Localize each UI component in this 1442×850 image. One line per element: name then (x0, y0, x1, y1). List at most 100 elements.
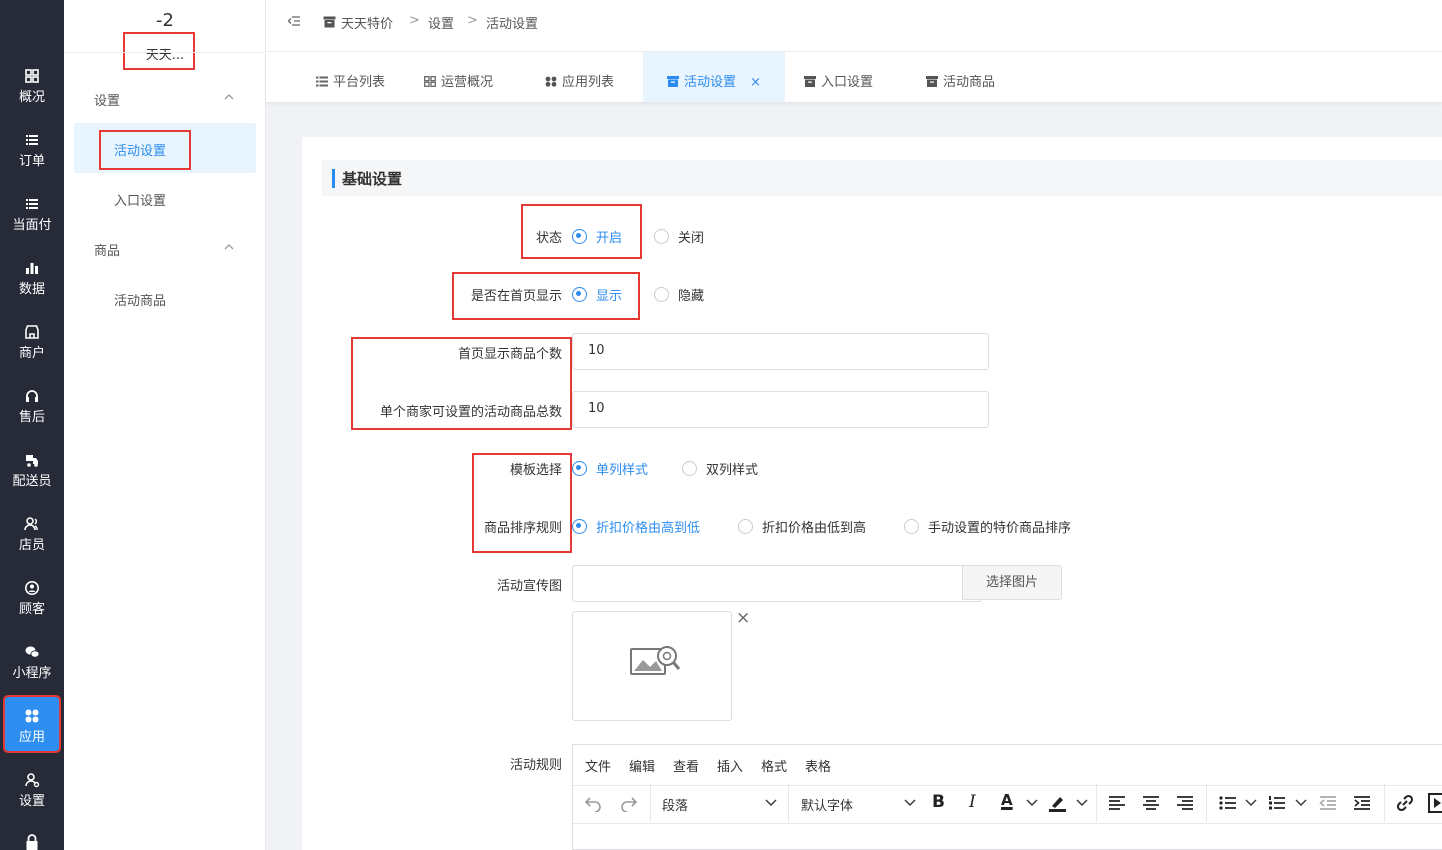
home-display-hide-text[interactable]: 隐藏 (678, 285, 704, 304)
home-count-input[interactable]: 10 (572, 333, 989, 370)
template-single-text[interactable]: 单列样式 (596, 459, 648, 478)
banner-path-input[interactable] (572, 565, 981, 602)
template-double-radio[interactable] (682, 461, 697, 476)
paragraph-select[interactable]: 段落 (662, 795, 688, 814)
sort-manual-radio[interactable] (904, 519, 919, 534)
tab-activity-goods[interactable]: 活动商品 (926, 52, 995, 102)
nav-item-label: 商户 (18, 346, 45, 361)
nav-item-label: 顾客 (18, 602, 45, 617)
editor-menu-view[interactable]: 查看 (673, 756, 699, 775)
tab-entry-settings[interactable]: 入口设置 (804, 52, 873, 102)
sort-high-low-text[interactable]: 折扣价格由高到低 (596, 517, 700, 536)
tab-platform-list[interactable]: 平台列表 (316, 52, 385, 102)
bar-chart-icon (26, 263, 38, 274)
breadcrumb-separator: > (409, 13, 420, 28)
group-title-settings[interactable]: 设置 (94, 90, 120, 109)
sort-manual-text[interactable]: 手动设置的特价商品排序 (928, 517, 1071, 536)
undo-icon[interactable] (584, 794, 602, 812)
chevron-up-icon[interactable] (224, 242, 234, 252)
lock-icon[interactable] (25, 834, 39, 850)
align-left-icon[interactable] (1108, 795, 1126, 811)
nav-item-apps[interactable]: 应用 (0, 708, 64, 772)
align-right-icon[interactable] (1176, 795, 1194, 811)
editor-menu-file[interactable]: 文件 (585, 756, 611, 775)
indent-icon[interactable] (1353, 795, 1371, 811)
archive-icon (804, 76, 816, 87)
breadcrumb-item[interactable]: 设置 (428, 13, 454, 32)
grid-icon (424, 76, 436, 87)
rules-label: 活动规则 (509, 758, 562, 773)
numbered-list-icon[interactable] (1268, 795, 1286, 811)
template-single-radio[interactable] (572, 461, 587, 476)
highlight-color-icon[interactable] (1047, 793, 1067, 813)
toolbar-divider (788, 784, 789, 822)
status-on-radio[interactable] (572, 229, 587, 244)
remove-image-icon[interactable]: × (736, 608, 750, 628)
italic-button[interactable]: I (969, 792, 976, 812)
editor-menu-insert[interactable]: 插入 (717, 756, 743, 775)
secondary-sidebar: -2 天天... 设置 活动设置 入口设置 商品 活动商品 (64, 0, 266, 850)
bold-button[interactable]: B (932, 792, 945, 812)
chevron-down-icon[interactable] (1295, 798, 1307, 808)
group-title-goods[interactable]: 商品 (94, 240, 120, 259)
nav-item-face-pay[interactable]: 当面付 (0, 196, 64, 260)
sidebar-item-activity-goods[interactable]: 活动商品 (114, 290, 166, 309)
nav-item-staff[interactable]: 店员 (0, 516, 64, 580)
chevron-down-icon[interactable] (765, 798, 777, 808)
template-double-text[interactable]: 双列样式 (706, 459, 758, 478)
store-name[interactable]: 天天... (139, 44, 191, 63)
sort-low-high-radio[interactable] (738, 519, 753, 534)
breadcrumb-item[interactable]: 天天特价 (341, 13, 393, 32)
nav-item-settings[interactable]: 设置 (0, 772, 64, 836)
status-off-text[interactable]: 关闭 (678, 227, 704, 246)
delivery-icon (26, 455, 38, 467)
nav-item-overview[interactable]: 概况 (0, 68, 64, 132)
nav-item-merchant[interactable]: 商户 (0, 324, 64, 388)
main-nav-rail: 概况 订单 当面付 数据 商户 售后 配送员 店员 顾客 小程序 应用 设置 (0, 0, 64, 850)
tab-operation-overview[interactable]: 运营概况 (424, 52, 493, 102)
choose-image-button[interactable]: 选择图片 (962, 565, 1062, 600)
outdent-icon[interactable] (1319, 795, 1337, 811)
editor-menu-edit[interactable]: 编辑 (629, 756, 655, 775)
tab-close-icon[interactable]: × (750, 75, 761, 90)
editor-menu-format[interactable]: 格式 (761, 756, 787, 775)
tab-app-list[interactable]: 应用列表 (545, 52, 614, 102)
font-family-select[interactable]: 默认字体 (801, 795, 853, 814)
font-color-button[interactable]: A (1001, 791, 1013, 809)
image-preview[interactable] (572, 611, 732, 721)
tab-activity-settings[interactable]: 活动设置 × (643, 52, 785, 102)
merchant-total-input[interactable]: 10 (572, 391, 989, 428)
redo-icon[interactable] (620, 794, 638, 812)
editor-menu-table[interactable]: 表格 (805, 756, 831, 775)
nav-item-label: 小程序 (12, 666, 52, 681)
menu-collapse-icon[interactable] (287, 15, 301, 27)
archive-icon (323, 16, 336, 28)
sidebar-item-entry-settings[interactable]: 入口设置 (114, 190, 166, 209)
nav-item-mini-program[interactable]: 小程序 (0, 644, 64, 708)
media-icon[interactable] (1428, 793, 1442, 813)
nav-item-orders[interactable]: 订单 (0, 132, 64, 196)
align-center-icon[interactable] (1142, 795, 1160, 811)
chevron-down-icon[interactable] (1076, 798, 1088, 808)
chevron-down-icon[interactable] (904, 798, 916, 808)
breadcrumb-item[interactable]: 活动设置 (486, 13, 538, 32)
status-off-radio[interactable] (654, 229, 669, 244)
apps-icon (25, 709, 39, 723)
sort-low-high-text[interactable]: 折扣价格由低到高 (762, 517, 866, 536)
sort-high-low-radio[interactable] (572, 519, 587, 534)
home-display-show-text[interactable]: 显示 (596, 285, 622, 304)
nav-item-courier[interactable]: 配送员 (0, 452, 64, 516)
home-display-show-radio[interactable] (572, 287, 587, 302)
nav-item-after-sales[interactable]: 售后 (0, 388, 64, 452)
nav-item-customer[interactable]: 顾客 (0, 580, 64, 644)
chevron-down-icon[interactable] (1245, 798, 1257, 808)
bullet-list-icon[interactable] (1219, 795, 1237, 811)
chevron-up-icon[interactable] (224, 92, 234, 102)
sidebar-item-label[interactable]: 活动设置 (114, 140, 166, 159)
staff-icon (24, 517, 38, 531)
link-icon[interactable] (1395, 793, 1415, 813)
chevron-down-icon[interactable] (1026, 798, 1038, 808)
home-display-hide-radio[interactable] (654, 287, 669, 302)
nav-item-data[interactable]: 数据 (0, 260, 64, 324)
status-on-text[interactable]: 开启 (596, 227, 622, 246)
